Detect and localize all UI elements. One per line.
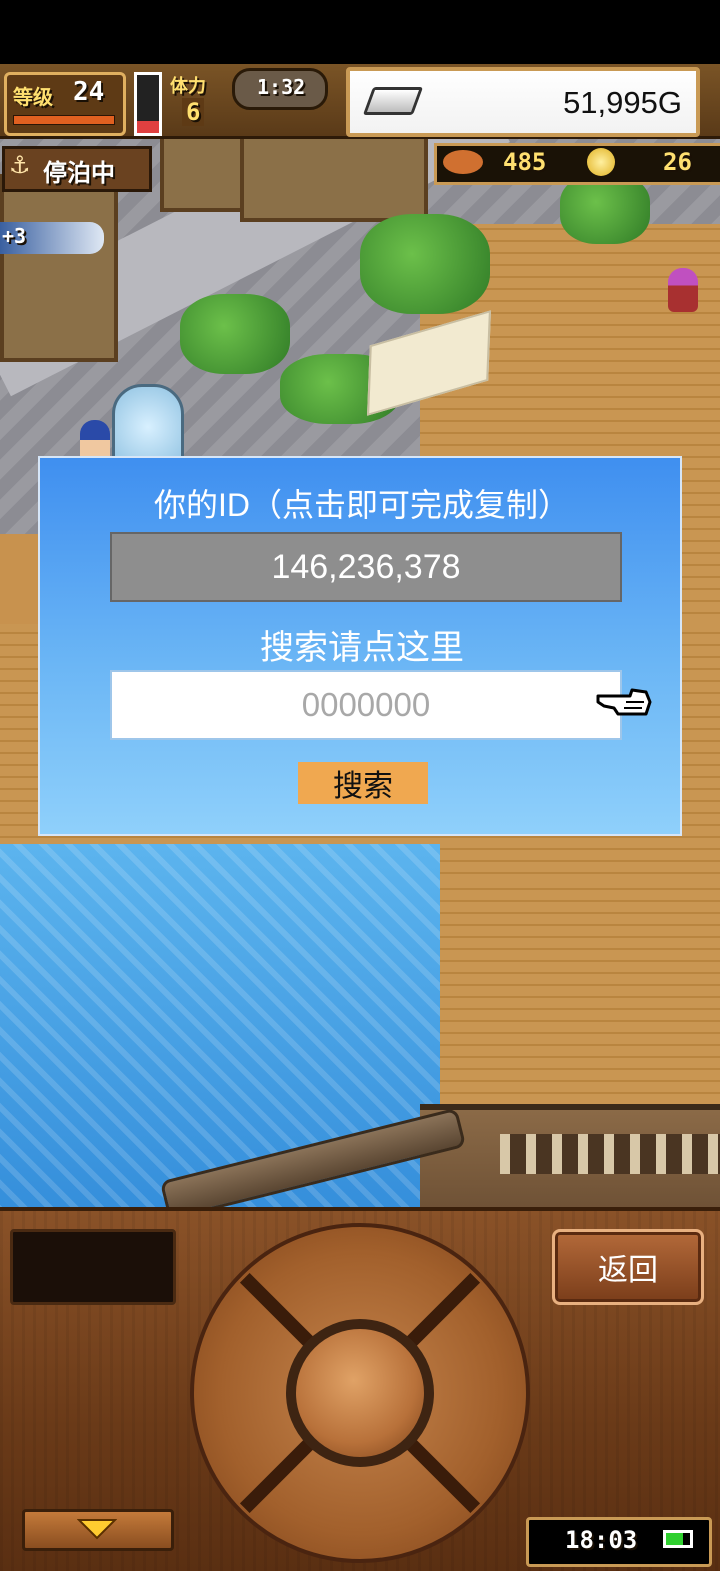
ship-railing (500, 1134, 720, 1174)
medal-icon (587, 148, 615, 176)
clock-text: 18:03 (565, 1526, 638, 1554)
anchor-status-tab[interactable]: ⚓ 停泊中 (2, 146, 152, 192)
building (240, 134, 428, 222)
tree (180, 294, 290, 374)
exp-bar (13, 115, 115, 125)
search-button[interactable]: 搜索 (298, 762, 428, 804)
level-panel: 等级 24 (4, 72, 126, 136)
silver-ingot-icon (362, 87, 424, 115)
food-count: 485 (503, 148, 547, 176)
dpad-center-button[interactable] (286, 1319, 434, 1467)
anchor-icon: ⚓ (9, 151, 31, 179)
timer-text: 1:32 (257, 75, 306, 99)
search-input[interactable] (110, 670, 622, 740)
anchor-status-text: 停泊中 (43, 159, 115, 187)
food-icon (443, 150, 483, 174)
level-value: 24 (73, 77, 105, 107)
building (0, 174, 118, 362)
stamina-gauge (134, 72, 162, 136)
resource-bar: 485 26 (434, 143, 720, 185)
stamina-fill (137, 121, 159, 133)
gold-value: 51,995G (563, 85, 682, 120)
level-label: 等级 (13, 85, 53, 109)
search-title: 搜索请点这里 (260, 629, 464, 667)
side-indicator[interactable]: +3 (0, 222, 104, 254)
chevron-down-icon (77, 1519, 117, 1540)
stamina-value: 6 (182, 98, 205, 126)
id-copy-box[interactable]: 146,236,378 (110, 532, 622, 602)
expand-tab[interactable] (22, 1509, 174, 1551)
battery-icon (663, 1530, 693, 1548)
side-badge: +3 (2, 224, 27, 248)
timer-pill: 1:32 (232, 68, 328, 110)
npc-character[interactable] (668, 268, 698, 312)
stamina-panel: 体力 6 (168, 72, 228, 130)
info-display (10, 1229, 176, 1305)
back-button-label: 返回 (598, 1254, 658, 1287)
control-panel: 返回 18:03 (0, 1207, 720, 1571)
clock-display: 18:03 (526, 1517, 712, 1567)
medal-count: 26 (663, 148, 692, 176)
gold-panel: 51,995G (346, 67, 700, 137)
id-search-dialog: 你的ID（点击即可完成复制） 146,236,378 搜索请点这里 搜索 (38, 456, 682, 836)
tree (360, 214, 490, 314)
pointing-hand-icon (596, 688, 652, 716)
dpad[interactable] (190, 1223, 530, 1563)
back-button[interactable]: 返回 (552, 1229, 704, 1305)
stamina-label: 体力 (170, 76, 206, 97)
id-title: 你的ID（点击即可完成复制） (153, 487, 570, 523)
